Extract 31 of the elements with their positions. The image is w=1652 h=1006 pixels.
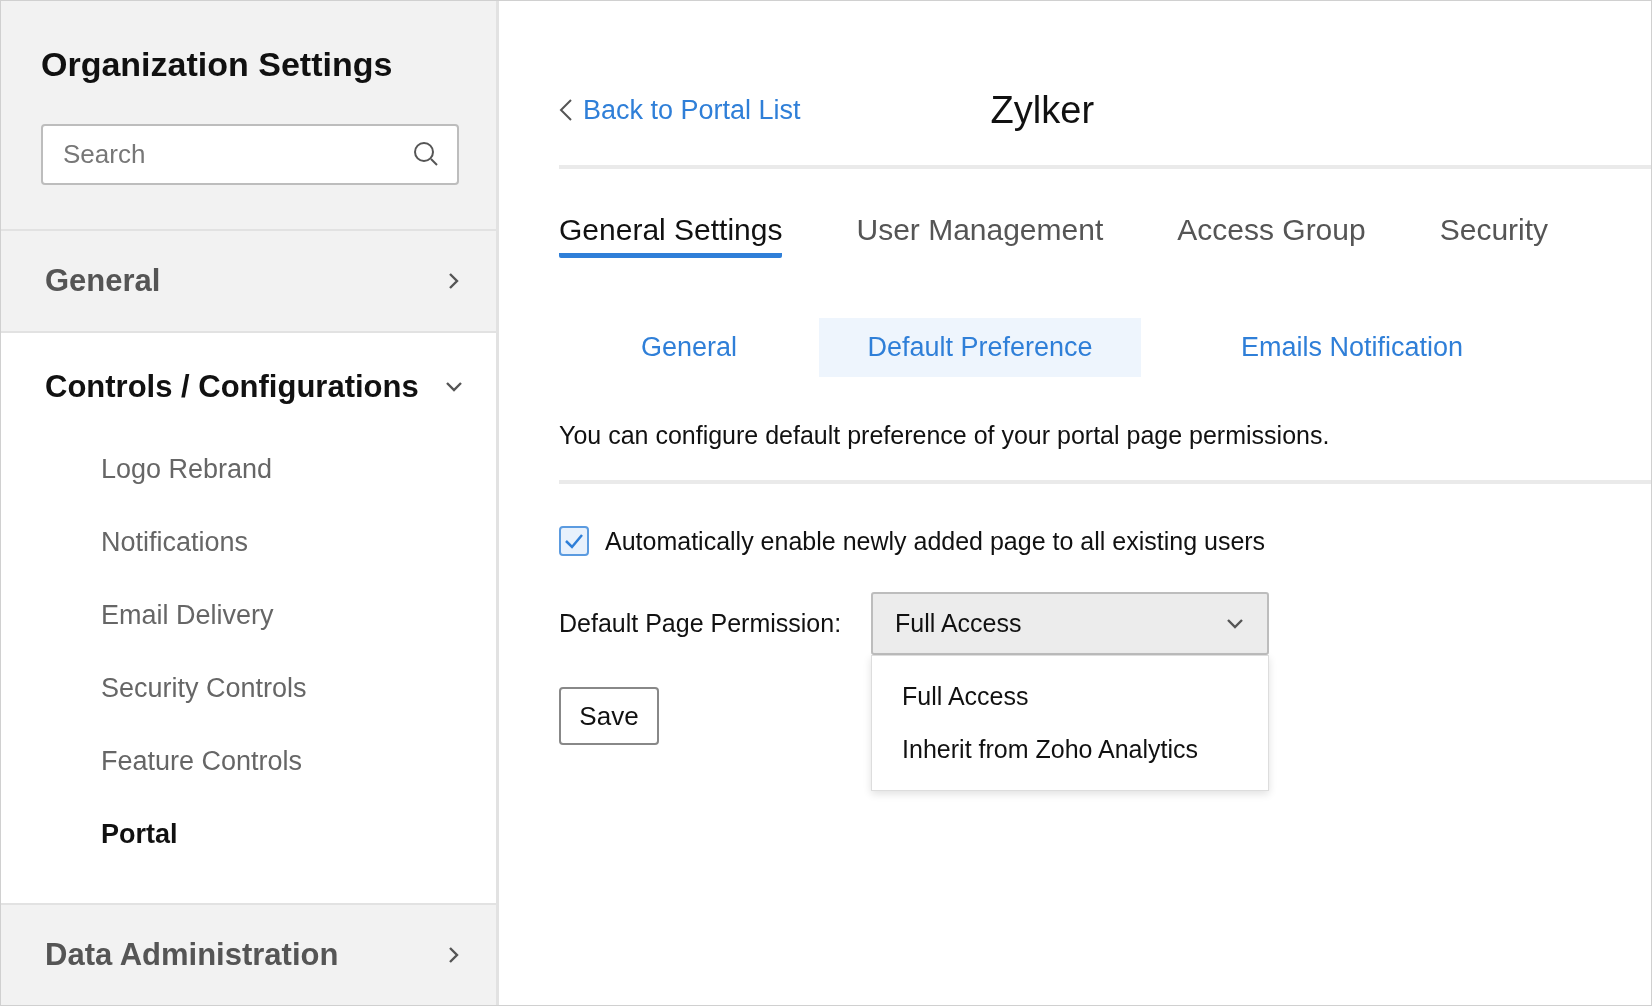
section-label[interactable]: Controls / Configurations (45, 369, 419, 405)
subtab[interactable]: Emails Notification (1201, 318, 1504, 377)
dropdown-option[interactable]: Inherit from Zoho Analytics (872, 723, 1269, 776)
sidebar-item[interactable]: Security Controls (1, 652, 496, 725)
section-label[interactable]: Data Administration (45, 937, 339, 973)
sidebar-item[interactable]: Portal (1, 798, 496, 871)
back-link[interactable]: Back to Portal List (559, 94, 801, 126)
permission-label: Default Page Permission: (559, 608, 842, 639)
dropdown-option[interactable]: Full Access (872, 670, 1269, 723)
sidebar-item[interactable]: Email Delivery (1, 579, 496, 652)
checkbox-label: Automatically enable newly added page to all existing users (605, 526, 1266, 556)
permission-dropdown[interactable]: Full Access (871, 592, 1270, 655)
sidebar-title: Organization Settings (41, 45, 394, 84)
subtab[interactable]: Default Preference (819, 318, 1141, 377)
search-icon (413, 141, 439, 167)
tab[interactable]: Access Group (1177, 213, 1366, 258)
tab[interactable]: Security (1439, 213, 1549, 258)
subtab[interactable]: General (559, 318, 819, 377)
sidebar-item[interactable]: Logo Rebrand (1, 433, 496, 506)
checkbox[interactable] (559, 526, 589, 556)
sidebar-item[interactable]: Feature Controls (1, 725, 496, 798)
tab[interactable]: General Settings (559, 213, 783, 258)
search-field[interactable]: Search (41, 124, 459, 185)
portal-name: Zylker (990, 88, 1095, 132)
tab[interactable]: User Management (856, 213, 1104, 258)
chevron-left-icon (559, 98, 573, 122)
section-label[interactable]: General (45, 263, 161, 299)
sidebar-item[interactable]: Notifications (1, 506, 496, 579)
save-button[interactable]: Save (559, 687, 659, 745)
description-text: You can configure default preference of your portal page permissions. (559, 377, 1651, 484)
checkmark-icon (564, 533, 584, 549)
